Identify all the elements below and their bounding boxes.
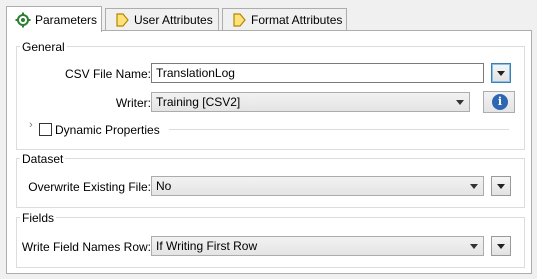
chevron-down-icon (456, 100, 464, 105)
parameters-panel: General CSV File Name: TranslationLog Wr… (6, 30, 532, 274)
writer-info-button[interactable]: i (483, 91, 515, 113)
gear-icon (15, 12, 31, 28)
csv-file-name-label: CSV File Name: (64, 67, 151, 81)
writer-select[interactable]: Training [CSV2] (151, 92, 470, 112)
arrow-tag-icon (114, 12, 130, 28)
tab-user-attributes[interactable]: User Attributes (105, 8, 219, 31)
writer-select-value: Training [CSV2] (156, 95, 241, 109)
chevron-down-icon (497, 71, 505, 76)
dynamic-properties-label: Dynamic Properties (55, 123, 160, 137)
fields-group-title: Fields (20, 211, 57, 225)
overwrite-existing-file-select[interactable]: No (151, 176, 484, 196)
info-icon: i (492, 94, 508, 110)
dynamic-properties-checkbox[interactable] (39, 123, 52, 136)
chevron-right-icon[interactable]: › (29, 119, 33, 131)
write-field-names-row-select[interactable]: If Writing First Row (151, 236, 484, 256)
overwrite-existing-file-label: Overwrite Existing File: (28, 180, 151, 194)
write-field-names-row-menu-button[interactable] (491, 236, 511, 256)
fields-group: Fields Write Field Names Row: If Writing… (16, 211, 525, 268)
writer-label: Writer: (115, 96, 151, 110)
chevron-down-icon (470, 244, 478, 249)
csv-file-name-input[interactable]: TranslationLog (151, 63, 484, 83)
write-field-names-row-value: If Writing First Row (156, 239, 258, 253)
dataset-group-title: Dataset (20, 152, 66, 166)
dataset-group: Dataset Overwrite Existing File: No (16, 152, 525, 208)
overwrite-existing-file-value: No (156, 179, 172, 193)
general-group-title: General (20, 40, 67, 54)
arrow-tag-icon (231, 12, 247, 28)
tab-user-attributes-label: User Attributes (134, 13, 213, 27)
tab-parameters-label: Parameters (35, 12, 98, 27)
chevron-down-icon (470, 184, 478, 189)
chevron-down-icon (497, 244, 505, 249)
tab-format-attributes[interactable]: Format Attributes (222, 8, 347, 31)
tab-format-attributes-label: Format Attributes (251, 13, 343, 27)
chevron-down-icon (497, 184, 505, 189)
overwrite-existing-file-menu-button[interactable] (491, 176, 511, 196)
section-divider (169, 129, 509, 130)
tab-parameters[interactable]: Parameters (6, 6, 102, 32)
csv-file-name-dropdown-button[interactable] (491, 63, 511, 83)
general-group: General CSV File Name: TranslationLog Wr… (16, 40, 525, 150)
write-field-names-row-label: Write Field Names Row: (21, 240, 151, 254)
